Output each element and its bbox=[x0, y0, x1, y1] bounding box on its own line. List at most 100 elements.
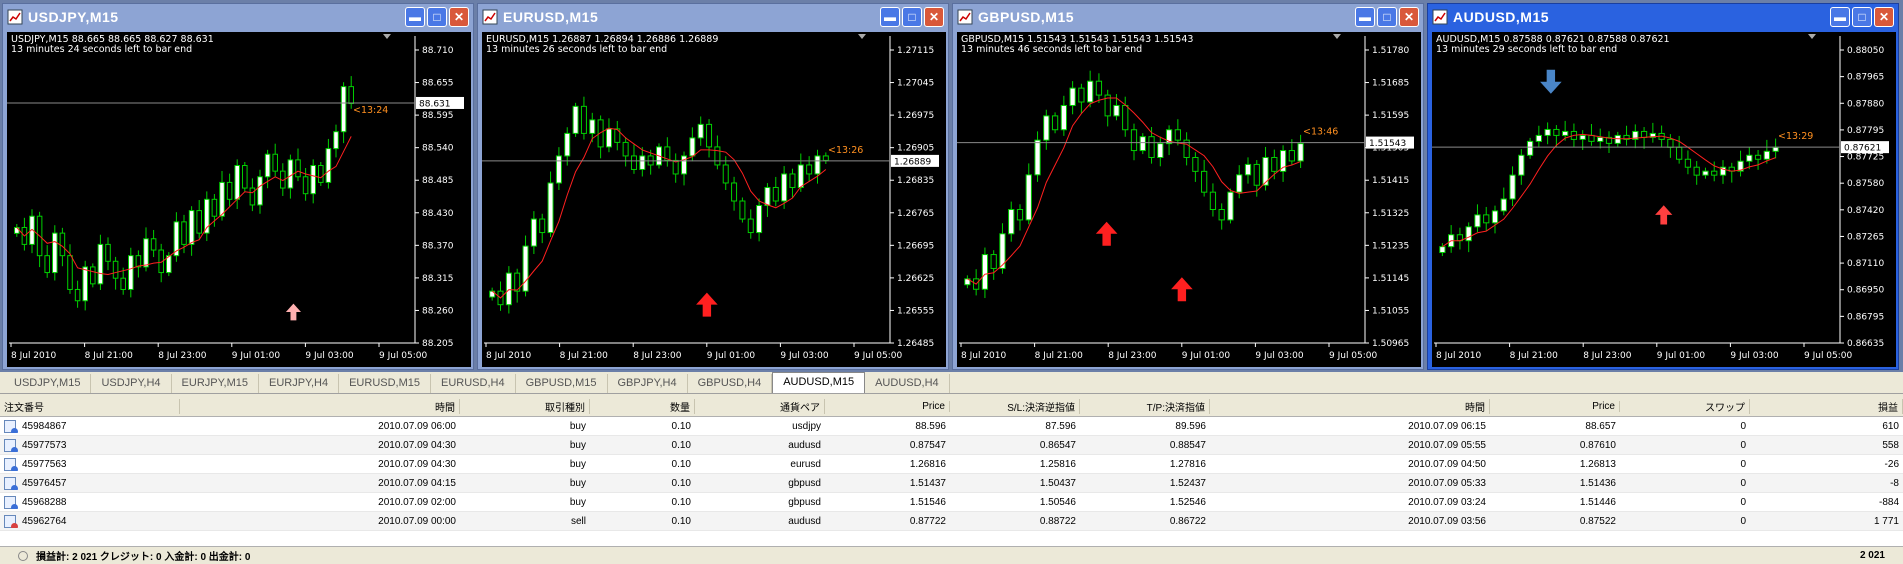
price-label: 88.595 bbox=[422, 111, 454, 121]
price-label: 88.485 bbox=[422, 176, 454, 186]
price-label: 1.26765 bbox=[897, 209, 934, 219]
candle-body bbox=[1491, 210, 1499, 224]
price-chart[interactable]: 1.51780 1.51685 1.51595 1.51505 1.51415 1.513… bbox=[957, 32, 1421, 367]
column-header[interactable]: 取引種別 bbox=[460, 398, 590, 414]
window-titlebar[interactable]: GBPUSD,M15 ▬ □ ✕ bbox=[953, 4, 1423, 30]
candle-body bbox=[1553, 128, 1560, 136]
candle-body bbox=[105, 243, 111, 262]
minimize-button[interactable]: ▬ bbox=[880, 7, 900, 27]
candle-body bbox=[74, 288, 81, 302]
chart-tab[interactable]: USDJPY,H4 bbox=[91, 374, 172, 393]
candle-body bbox=[990, 254, 997, 269]
price-chart[interactable]: 88.710 88.655 88.595 88.540 88.485 88.430 88.3… bbox=[7, 32, 471, 367]
chart-tab[interactable]: AUDUSD,M15 bbox=[772, 372, 866, 393]
chart-tab[interactable]: EURJPY,H4 bbox=[259, 374, 340, 393]
price-label: 88.710 bbox=[422, 46, 454, 56]
table-row[interactable]: 45977563 2010.07.09 04:30 buy 0.10 eurusd 1.2… bbox=[0, 455, 1903, 474]
column-header[interactable]: S/L:決済逆指値 bbox=[950, 398, 1080, 414]
chart-svg: 0.88050 0.87965 0.87880 0.87795 0.87725 0.875… bbox=[1432, 34, 1889, 361]
minimize-button[interactable]: ▬ bbox=[1355, 7, 1375, 27]
chart-tab[interactable]: EURUSD,M15 bbox=[339, 374, 431, 393]
window-titlebar[interactable]: EURUSD,M15 ▬ □ ✕ bbox=[478, 4, 948, 30]
table-row[interactable]: 45977573 2010.07.09 04:30 buy 0.10 audusd 0.8… bbox=[0, 436, 1903, 455]
candle-body bbox=[814, 155, 821, 175]
order-number: 45968288 bbox=[22, 496, 67, 508]
order-icon bbox=[4, 419, 18, 433]
table-cell: 1.25816 bbox=[1039, 458, 1076, 470]
table-row[interactable]: 45968288 2010.07.09 02:00 buy 0.10 gbpusd 1.5… bbox=[0, 493, 1903, 512]
time-label: 9 Jul 05:00 bbox=[1329, 351, 1378, 361]
column-header[interactable]: 時間 bbox=[180, 398, 460, 414]
status-summary: 損益計: 2 021 クレジット: 0 入金計: 0 出金計: 0 bbox=[36, 552, 251, 563]
candle-body bbox=[1008, 209, 1015, 235]
chart-window-eurusd[interactable]: EURUSD,M15 ▬ □ ✕ 1.27115 1.27045 1.26975 1.2690… bbox=[477, 3, 949, 370]
candle-body bbox=[249, 187, 256, 206]
chart-tab[interactable]: GBPUSD,M15 bbox=[516, 374, 608, 393]
maximize-button[interactable]: □ bbox=[427, 7, 447, 27]
chart-tab[interactable]: AUDUSD,H4 bbox=[865, 374, 950, 393]
table-cell: 0.86722 bbox=[1169, 515, 1206, 527]
table-row[interactable]: 45984867 2010.07.09 06:00 buy 0.10 usdjpy 88.… bbox=[0, 417, 1903, 436]
table-cell: 1.51446 bbox=[1579, 496, 1616, 508]
chart-window-audusd[interactable]: AUDUSD,M15 ▬ □ ✕ 0.88050 0.87965 0.87880 0.8779… bbox=[1427, 3, 1899, 370]
table-cell: 1.50546 bbox=[1039, 496, 1076, 508]
close-button[interactable]: ✕ bbox=[449, 7, 469, 27]
chart-window-gbpusd[interactable]: GBPUSD,M15 ▬ □ ✕ 1.51780 1.51685 1.51595 1.5150… bbox=[952, 3, 1424, 370]
table-cell: 0.10 bbox=[671, 515, 691, 527]
column-header[interactable]: 注文番号 bbox=[0, 398, 180, 414]
chart-tab[interactable]: EURJPY,M15 bbox=[172, 374, 259, 393]
candle-body bbox=[580, 105, 587, 134]
table-row[interactable]: 45962764 2010.07.09 00:00 sell 0.10 audusd 0.… bbox=[0, 512, 1903, 531]
maximize-button[interactable]: □ bbox=[1377, 7, 1397, 27]
price-chart[interactable]: 1.27115 1.27045 1.26975 1.26905 1.26835 1.267… bbox=[482, 32, 946, 367]
close-button[interactable]: ✕ bbox=[1874, 7, 1894, 27]
candle-body bbox=[219, 181, 225, 217]
candle-body bbox=[1288, 150, 1295, 162]
chart-tab[interactable]: GBPJPY,H4 bbox=[608, 374, 688, 393]
candle-body bbox=[530, 218, 537, 247]
chart-tab[interactable]: GBPUSD,H4 bbox=[688, 374, 773, 393]
time-label: 9 Jul 01:00 bbox=[1657, 351, 1706, 361]
bar-timer-text: 13 minutes 24 seconds left to bar end bbox=[11, 44, 193, 55]
price-label: 0.87795 bbox=[1847, 126, 1884, 136]
column-header[interactable]: 時間 bbox=[1210, 398, 1490, 414]
column-header[interactable]: 数量 bbox=[590, 398, 695, 414]
price-label: 1.27115 bbox=[897, 46, 934, 56]
window-titlebar[interactable]: USDJPY,M15 ▬ □ ✕ bbox=[3, 4, 473, 30]
chart-tab[interactable]: EURUSD,H4 bbox=[431, 374, 516, 393]
close-button[interactable]: ✕ bbox=[1399, 7, 1419, 27]
column-header[interactable]: 通貨ペア bbox=[695, 398, 825, 414]
price-chart[interactable]: 0.88050 0.87965 0.87880 0.87795 0.87725 0.875… bbox=[1432, 32, 1896, 367]
maximize-button[interactable]: □ bbox=[1852, 7, 1872, 27]
maximize-button[interactable]: □ bbox=[902, 7, 922, 27]
column-header[interactable]: T/P:決済指値 bbox=[1080, 398, 1210, 414]
candle-body bbox=[1702, 170, 1709, 176]
window-titlebar[interactable]: AUDUSD,M15 ▬ □ ✕ bbox=[1428, 4, 1898, 30]
candle-body bbox=[572, 105, 579, 134]
minimize-button[interactable]: ▬ bbox=[1830, 7, 1850, 27]
table-row[interactable]: 45976457 2010.07.09 04:15 buy 0.10 gbpusd 1.5… bbox=[0, 474, 1903, 493]
table-cell: 2010.07.09 05:33 bbox=[1408, 477, 1486, 489]
candle-body bbox=[639, 155, 646, 170]
column-header[interactable]: スワップ bbox=[1620, 398, 1750, 414]
close-button[interactable]: ✕ bbox=[924, 7, 944, 27]
candle-body bbox=[325, 148, 332, 183]
minimize-button[interactable]: ▬ bbox=[405, 7, 425, 27]
table-cell: 0.10 bbox=[671, 420, 691, 432]
order-number: 45977563 bbox=[22, 458, 67, 470]
table-cell: 1.26813 bbox=[1579, 458, 1616, 470]
candle-body bbox=[1711, 170, 1718, 176]
window-controls: ▬ □ ✕ bbox=[405, 7, 469, 27]
time-label: 8 Jul 23:00 bbox=[158, 351, 207, 361]
chart-tab[interactable]: USDJPY,M15 bbox=[4, 374, 92, 393]
candle-body bbox=[589, 119, 596, 134]
window-controls: ▬ □ ✕ bbox=[880, 7, 944, 27]
candle-body bbox=[1157, 143, 1164, 158]
column-header[interactable]: 損益 bbox=[1750, 398, 1903, 414]
chart-window-usdjpy[interactable]: USDJPY,M15 ▬ □ ✕ 88.710 88.655 88.595 88.540 88.… bbox=[2, 3, 474, 370]
current-price-label: 0.87621 bbox=[1844, 144, 1881, 154]
column-header[interactable]: Price bbox=[825, 400, 950, 412]
column-header[interactable]: Price bbox=[1490, 400, 1620, 412]
table-cell: sell bbox=[570, 515, 586, 527]
chart-window-icon bbox=[7, 9, 23, 25]
